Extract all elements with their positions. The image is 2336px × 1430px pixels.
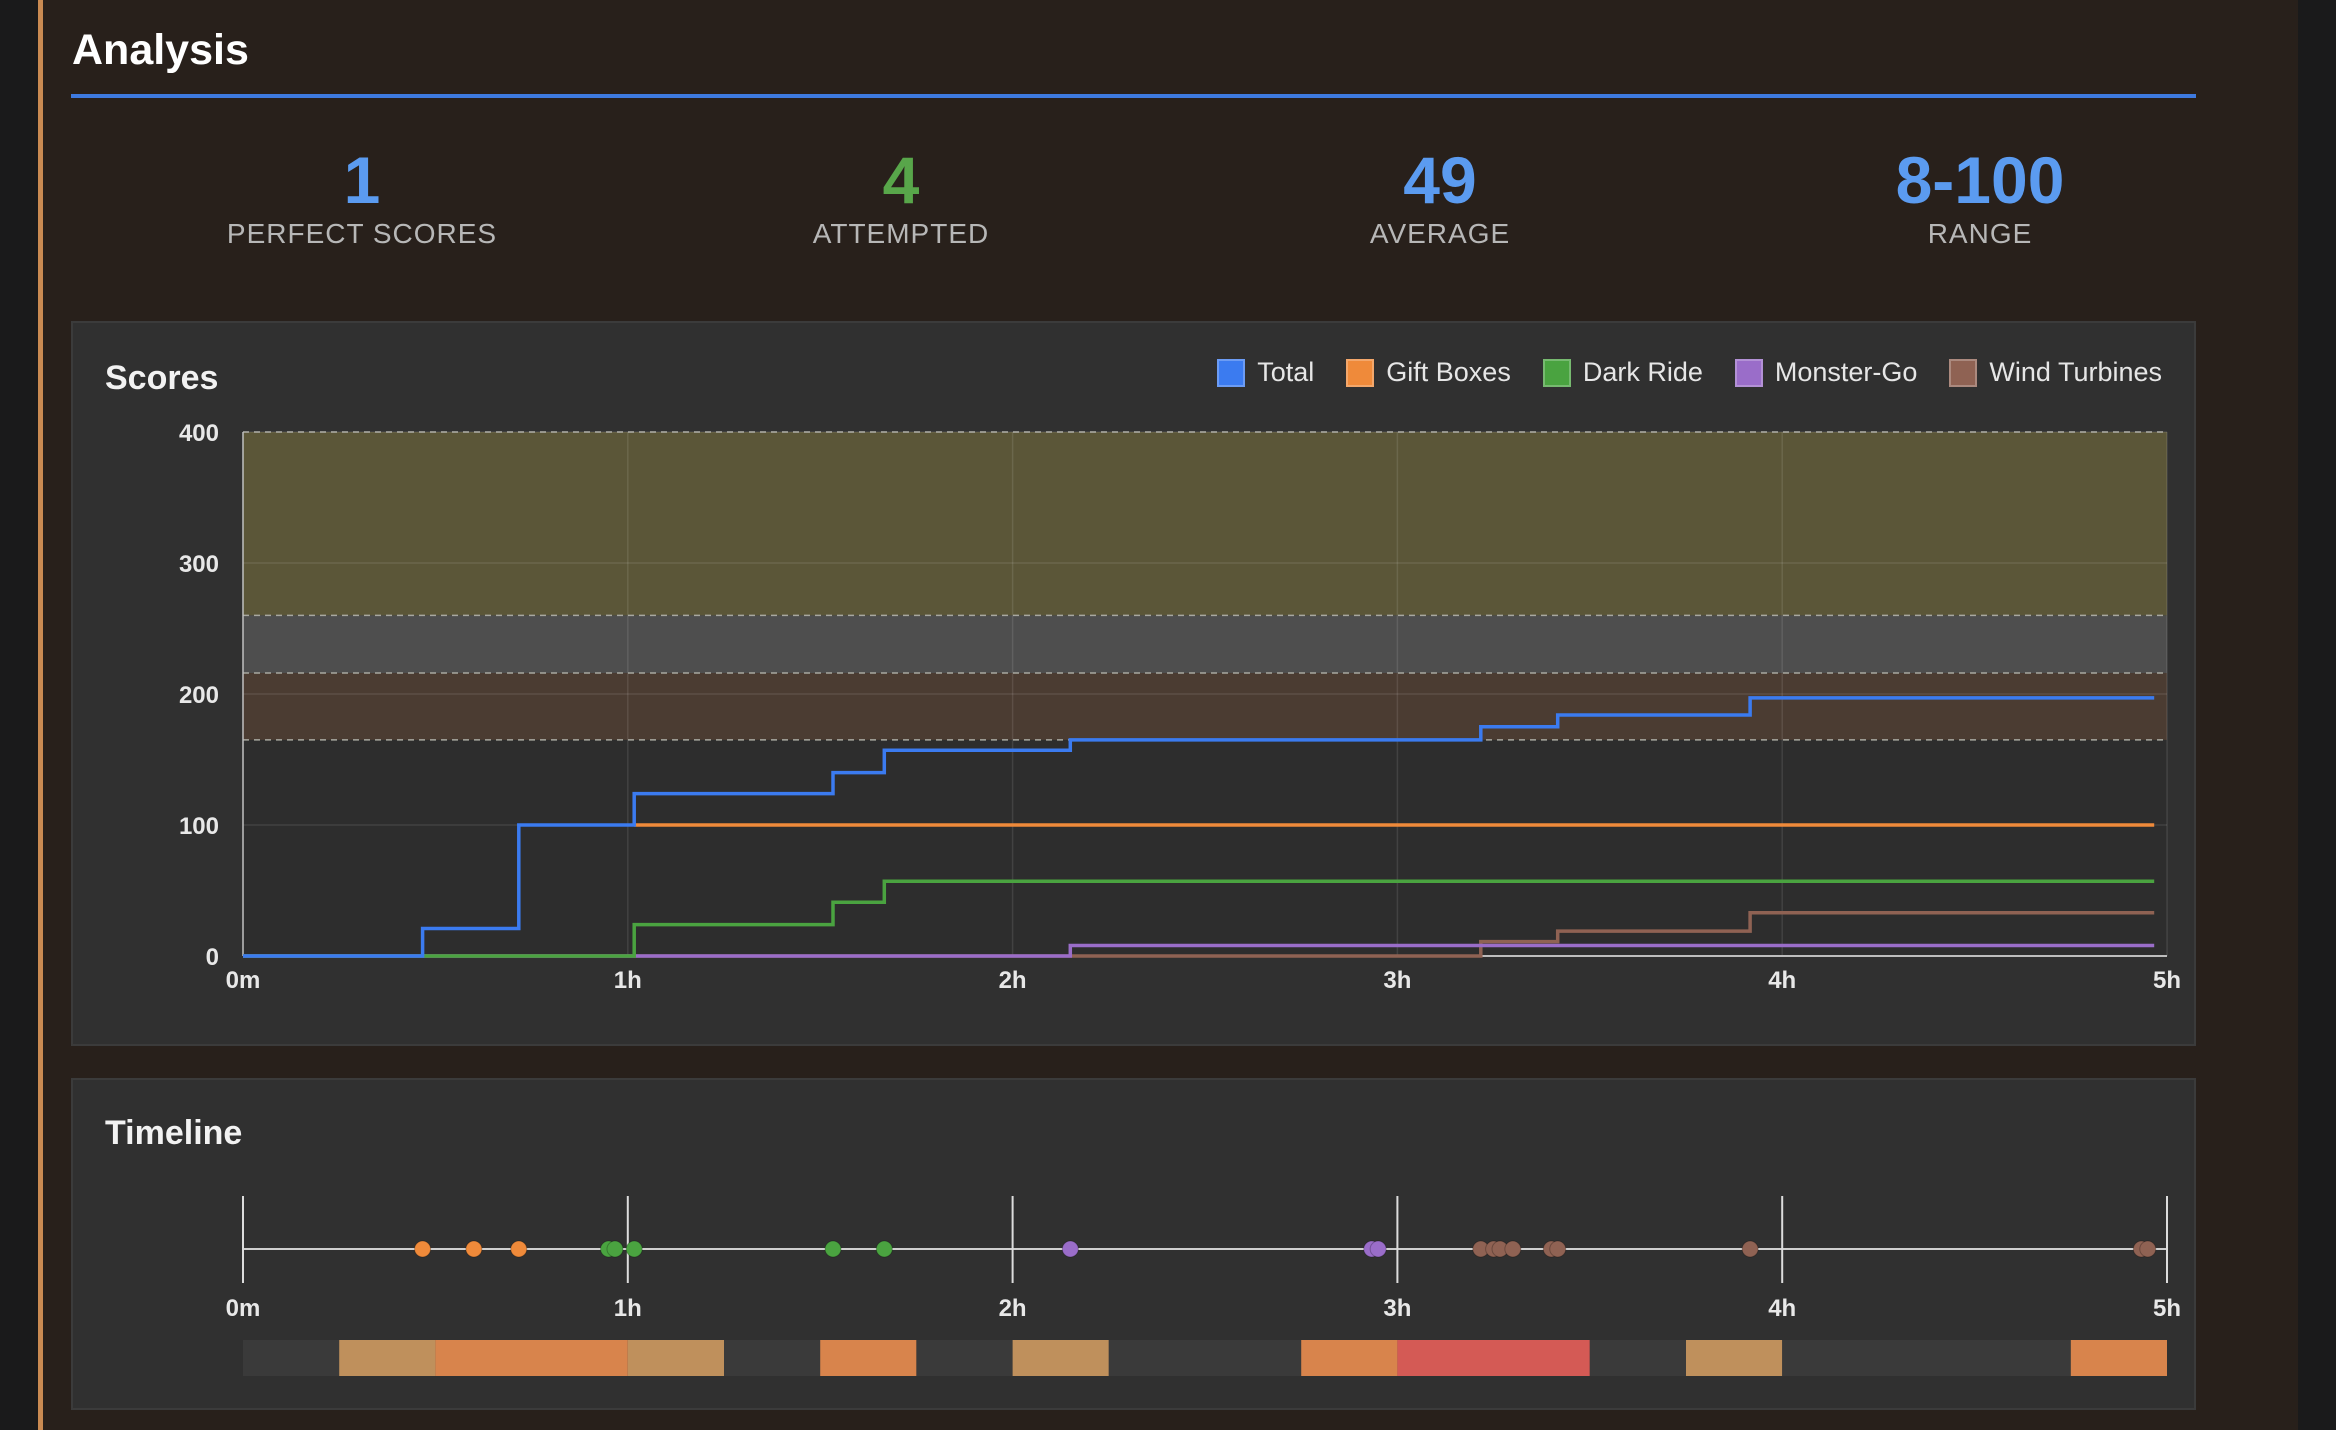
y-tick-label: 100 <box>179 813 219 840</box>
timeline-segment <box>820 1340 917 1376</box>
timeline-event-dot <box>1504 1240 1522 1258</box>
timeline-segment <box>435 1340 628 1376</box>
y-tick-label: 0 <box>206 944 219 971</box>
timeline-event-dot <box>875 1240 893 1258</box>
x-tick-label: 2h <box>999 967 1027 994</box>
x-tick-label: 1h <box>614 967 642 994</box>
timeline-chart: 0m 1h 2h 3h 4h 5h <box>226 1196 2181 1376</box>
timeline-event-dot <box>1369 1240 1387 1258</box>
timeline-event-dot <box>625 1240 643 1258</box>
timeline-event-dot <box>606 1240 624 1258</box>
x-tick-label: 0m <box>226 967 261 994</box>
timeline-segment <box>724 1340 821 1376</box>
timeline-event-dot <box>510 1240 528 1258</box>
timeline-segment <box>916 1340 1013 1376</box>
timeline-segment <box>627 1340 724 1376</box>
timeline-segment <box>2070 1340 2167 1376</box>
scores-chart: 0m 1h 2h 3h 4h 5h 0 100 200 300 400 <box>179 420 2181 994</box>
timeline-tick-label: 0m <box>226 1295 261 1322</box>
timeline-segment <box>1108 1340 1302 1376</box>
x-tick-label: 4h <box>1768 967 1796 994</box>
timeline-segment <box>1686 1340 1783 1376</box>
x-tick-label: 3h <box>1383 967 1411 994</box>
timeline-segment <box>1589 1340 1686 1376</box>
timeline-event-dot <box>1061 1240 1079 1258</box>
y-tick-label: 300 <box>179 551 219 578</box>
timeline-segment <box>1397 1340 1590 1376</box>
threshold-band <box>243 673 2167 740</box>
threshold-band <box>243 615 2167 674</box>
timeline-event-dot <box>2139 1240 2157 1258</box>
y-tick-label: 400 <box>179 420 219 447</box>
timeline-event-dot <box>1549 1240 1567 1258</box>
timeline-segment <box>1301 1340 1398 1376</box>
timeline-segment <box>1782 1340 2071 1376</box>
timeline-tick-label: 3h <box>1383 1295 1411 1322</box>
timeline-event-dot <box>465 1240 483 1258</box>
timeline-tick-label: 4h <box>1768 1295 1796 1322</box>
charts-svg: 0m 1h 2h 3h 4h 5h 0 100 200 300 400 0m 1h 2h 3h 4h 5h <box>179 420 2181 1376</box>
x-tick-label: 5h <box>2153 967 2181 994</box>
timeline-tick-label: 5h <box>2153 1295 2181 1322</box>
page: Analysis 1 PERFECT SCORES 4 ATTEMPTED 49… <box>0 0 2336 1430</box>
timeline-segment <box>243 1340 340 1376</box>
timeline-event-dot <box>414 1240 432 1258</box>
timeline-event-dot <box>1741 1240 1759 1258</box>
timeline-segment <box>1012 1340 1109 1376</box>
timeline-event-dot <box>824 1240 842 1258</box>
timeline-tick-label: 1h <box>614 1295 642 1322</box>
threshold-band <box>243 432 2167 616</box>
timeline-segment <box>339 1340 436 1376</box>
timeline-tick-label: 2h <box>999 1295 1027 1322</box>
y-tick-label: 200 <box>179 682 219 709</box>
